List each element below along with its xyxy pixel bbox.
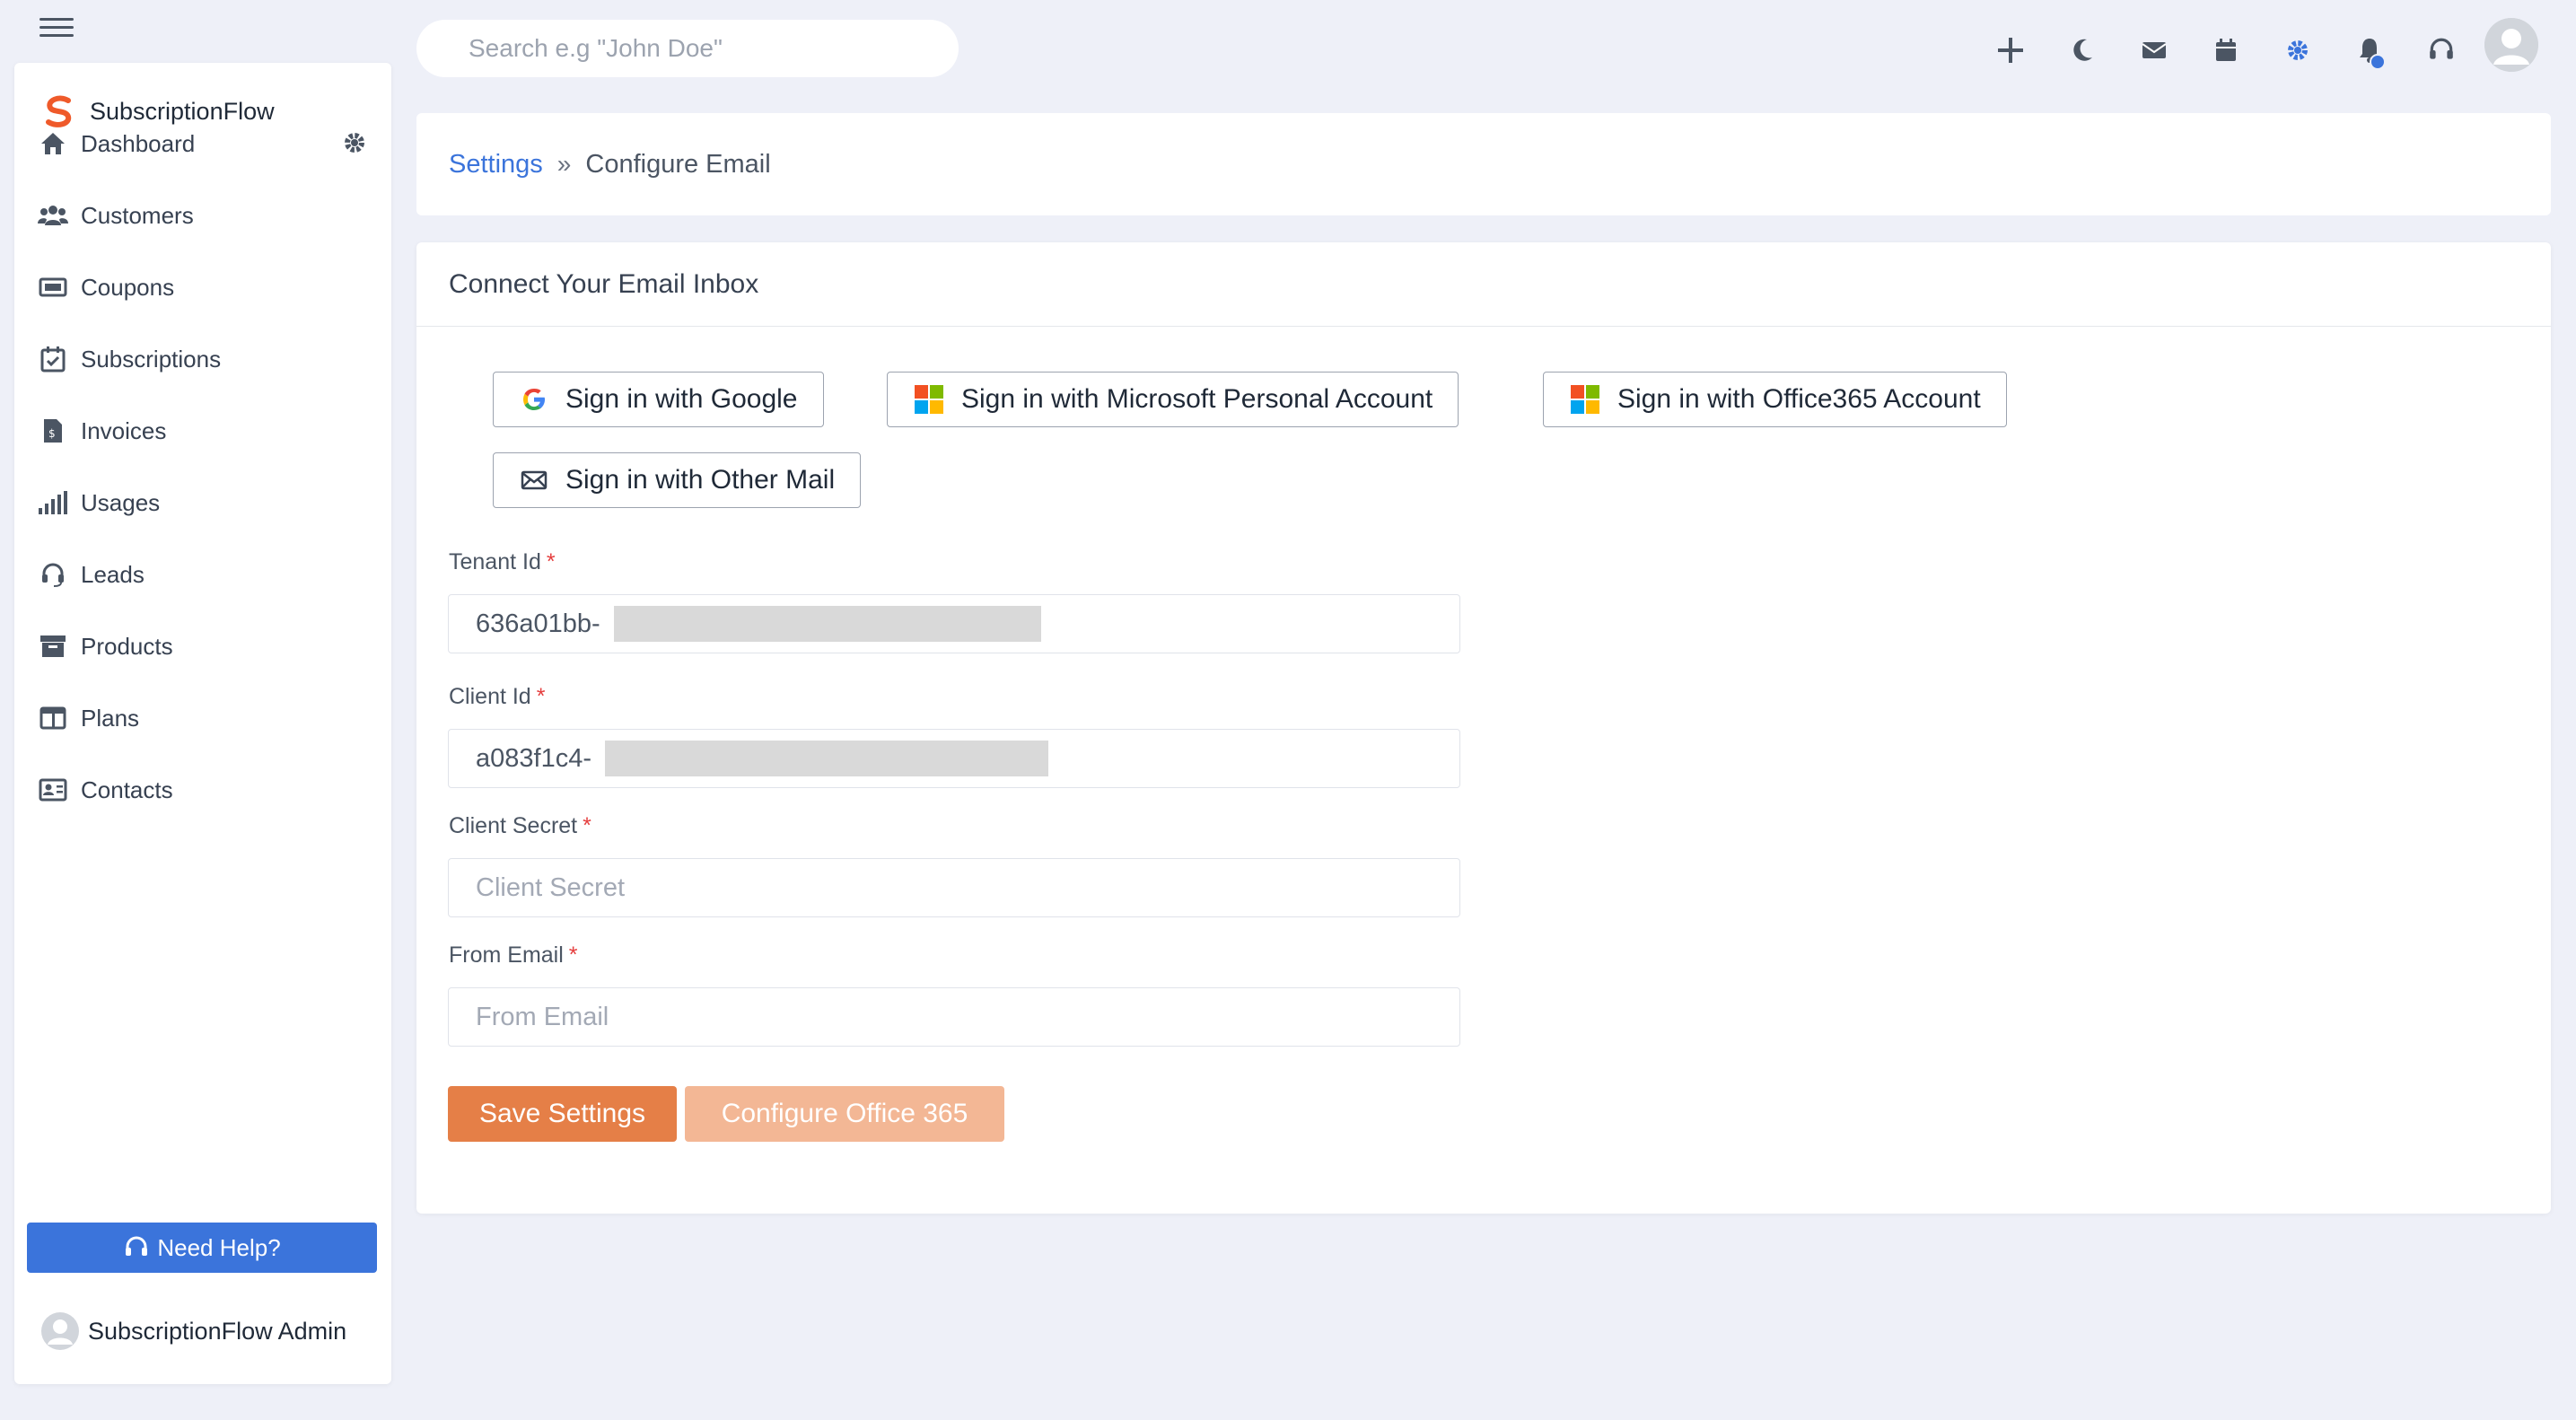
sidebar-item-dashboard[interactable]: Dashboard [38, 118, 370, 169]
sidebar-item-customers[interactable]: Customers [38, 190, 370, 241]
sidebar: SubscriptionFlow Dashboard Customers Cou… [14, 63, 391, 1384]
menu-toggle-icon[interactable] [39, 18, 74, 43]
archive-icon [38, 631, 68, 662]
google-icon [523, 389, 545, 410]
sidebar-item-label: Contacts [81, 776, 173, 803]
redacted-mask [614, 606, 1041, 642]
sidebar-item-label: Subscriptions [81, 345, 222, 373]
breadcrumb-current: Configure Email [585, 149, 771, 179]
envelope-icon[interactable] [2118, 25, 2190, 75]
configure-office365-button[interactable]: Configure Office 365 [685, 1086, 1004, 1142]
sidebar-item-label: Coupons [81, 273, 175, 301]
sidebar-item-label: Products [81, 632, 173, 660]
calendar-icon[interactable] [2190, 25, 2262, 75]
calendar-check-icon [38, 344, 68, 374]
users-icon [38, 200, 68, 231]
sidebar-item-label: Customers [81, 201, 194, 229]
columns-icon [38, 703, 68, 733]
gear-icon[interactable] [2262, 25, 2334, 75]
microsoft-logo-icon [1571, 385, 1599, 414]
required-mark: * [536, 684, 546, 709]
required-mark: * [546, 549, 556, 574]
from-email-label: From Email * [449, 942, 578, 969]
sidebar-item-label: Invoices [81, 416, 167, 444]
bell-icon[interactable] [2334, 25, 2405, 75]
contact-card-icon [38, 775, 68, 805]
sidebar-item-contacts[interactable]: Contacts [38, 765, 370, 815]
sidebar-item-invoices[interactable]: $ Invoices [38, 406, 370, 456]
svg-text:$: $ [48, 427, 56, 440]
required-mark: * [568, 942, 578, 968]
breadcrumb-settings-link[interactable]: Settings [449, 150, 543, 180]
sidebar-item-label: Leads [81, 560, 145, 588]
email-config-card: Connect Your Email Inbox Sign in with Go… [416, 242, 2551, 1214]
search-input[interactable] [416, 20, 959, 77]
headset-icon [126, 1236, 148, 1256]
client-secret-label-text: Client Secret [449, 813, 578, 838]
client-secret-input[interactable] [448, 858, 1460, 917]
sidebar-item-label: Plans [81, 704, 140, 732]
card-title: Connect Your Email Inbox [416, 242, 2551, 327]
breadcrumb: Settings » Configure Email [416, 113, 2551, 215]
sidebar-item-subscriptions[interactable]: Subscriptions [38, 334, 370, 384]
sidebar-item-label: Dashboard [81, 129, 196, 157]
notification-dot [2370, 54, 2386, 70]
admin-profile[interactable]: SubscriptionFlow Admin [41, 1312, 346, 1350]
other-mail-signin-button[interactable]: Sign in with Other Mail [493, 452, 862, 508]
required-mark: * [583, 813, 591, 838]
home-icon [38, 128, 68, 159]
google-signin-label: Sign in with Google [565, 384, 798, 414]
tenant-id-label-text: Tenant Id [449, 549, 541, 574]
signal-bars-icon [38, 487, 68, 518]
plus-icon[interactable] [1975, 25, 2046, 75]
office365-signin-label: Sign in with Office365 Account [1617, 384, 1981, 414]
invoice-icon: $ [38, 416, 68, 446]
envelope-icon [521, 470, 548, 490]
need-help-label: Need Help? [157, 1233, 281, 1261]
ticket-icon [38, 272, 68, 302]
dashboard-gear-icon[interactable] [341, 129, 370, 158]
from-email-label-text: From Email [449, 942, 564, 968]
sidebar-item-label: Usages [81, 488, 161, 516]
redacted-mask [605, 741, 1048, 776]
client-secret-label: Client Secret * [449, 813, 591, 839]
sidebar-item-plans[interactable]: Plans [38, 693, 370, 743]
microsoft-signin-button[interactable]: Sign in with Microsoft Personal Account [887, 372, 1459, 427]
microsoft-signin-label: Sign in with Microsoft Personal Account [961, 384, 1433, 414]
google-signin-button[interactable]: Sign in with Google [493, 372, 824, 427]
need-help-button[interactable]: Need Help? [27, 1223, 377, 1273]
sidebar-item-usages[interactable]: Usages [38, 478, 370, 528]
admin-name: SubscriptionFlow Admin [88, 1317, 347, 1345]
sidebar-item-products[interactable]: Products [38, 621, 370, 671]
sidebar-item-leads[interactable]: Leads [38, 549, 370, 600]
tenant-id-label: Tenant Id * [449, 549, 556, 575]
client-id-label-text: Client Id [449, 684, 531, 709]
breadcrumb-separator: » [556, 150, 572, 178]
avatar [41, 1312, 79, 1350]
headset-icon [38, 559, 68, 590]
microsoft-logo-icon [915, 385, 943, 414]
headset-icon[interactable] [2405, 25, 2477, 75]
client-id-label: Client Id * [449, 684, 545, 710]
topbar-actions [1975, 23, 2477, 77]
moon-icon[interactable] [2046, 25, 2118, 75]
other-mail-signin-label: Sign in with Other Mail [565, 465, 836, 495]
from-email-input[interactable] [448, 987, 1460, 1047]
avatar[interactable] [2484, 18, 2538, 72]
sidebar-item-coupons[interactable]: Coupons [38, 262, 370, 312]
office365-signin-button[interactable]: Sign in with Office365 Account [1543, 372, 2007, 427]
save-settings-button[interactable]: Save Settings [448, 1086, 677, 1142]
